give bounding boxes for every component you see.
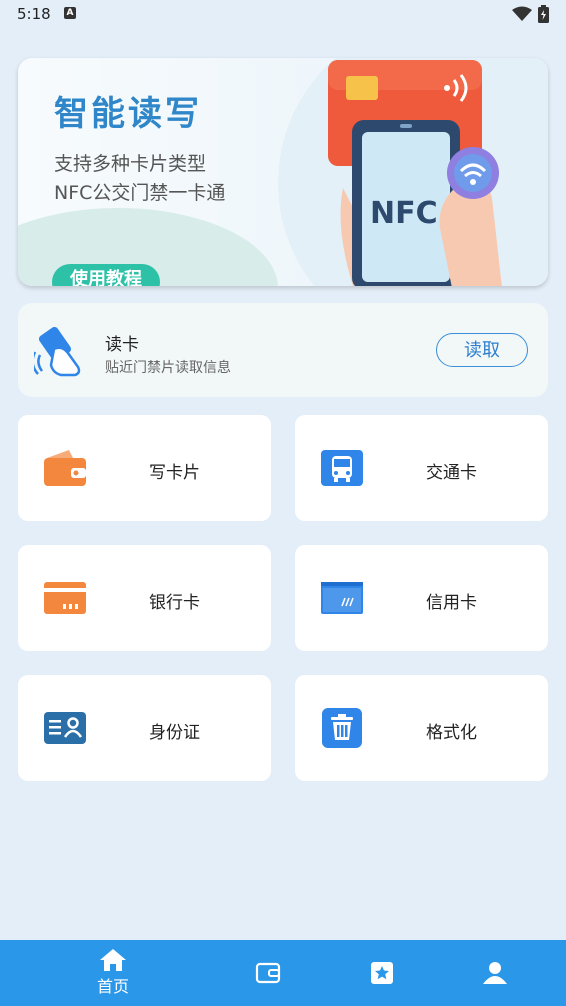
nav-profile[interactable] xyxy=(455,940,535,1006)
nav-home[interactable]: 首页 xyxy=(73,940,153,1006)
tutorial-button[interactable]: 使用教程 xyxy=(52,264,160,286)
bus-icon xyxy=(321,450,363,486)
nfc-read-icon xyxy=(34,326,81,377)
trash-icon xyxy=(322,708,362,748)
tile-label: 身份证 xyxy=(149,723,200,743)
tile-label: 信用卡 xyxy=(426,593,477,613)
read-button[interactable]: 读取 xyxy=(436,333,528,367)
status-time: 5:18 xyxy=(17,5,51,23)
tile-credit-card[interactable]: 信用卡 xyxy=(295,545,548,651)
id-card-icon xyxy=(44,712,86,744)
tile-id-card[interactable]: 身份证 xyxy=(18,675,271,781)
tile-write-card[interactable]: 写卡片 xyxy=(18,415,271,521)
credit-card-icon xyxy=(321,582,363,614)
nfc-illustration: NFC xyxy=(328,60,502,286)
read-card-description: 贴近门禁片读取信息 xyxy=(105,360,231,376)
tile-format[interactable]: 格式化 xyxy=(295,675,548,781)
banner-subtitle: 支持多种卡片类型 xyxy=(54,153,207,175)
bank-card-icon xyxy=(44,582,86,614)
wifi-icon xyxy=(512,6,532,21)
tile-transit-card[interactable]: 交通卡 xyxy=(295,415,548,521)
tile-label: 银行卡 xyxy=(149,593,200,613)
tile-label: 格式化 xyxy=(426,723,477,743)
nav-wallet[interactable] xyxy=(228,940,308,1006)
tile-bank-card[interactable]: 银行卡 xyxy=(18,545,271,651)
battery-icon xyxy=(538,5,549,23)
banner-subtitle: NFC公交门禁一卡通 xyxy=(54,182,226,204)
status-bar: 5:18 A xyxy=(0,0,566,30)
notification-badge-icon: A xyxy=(64,7,76,19)
promo-banner[interactable]: 智能读写 支持多种卡片类型 NFC公交门禁一卡通 使用教程 NFC xyxy=(18,58,548,286)
tile-label: 写卡片 xyxy=(149,463,200,483)
star-icon xyxy=(371,962,393,984)
wallet-icon xyxy=(255,962,281,984)
nav-favorites[interactable] xyxy=(342,940,422,1006)
banner-title: 智能读写 xyxy=(54,94,202,134)
user-icon xyxy=(483,962,507,984)
nfc-label: NFC xyxy=(370,196,438,231)
wallet-icon xyxy=(44,450,86,486)
read-card-panel: 读卡 贴近门禁片读取信息 读取 xyxy=(18,303,548,397)
nav-home-label: 首页 xyxy=(96,977,129,996)
read-card-title: 读卡 xyxy=(105,335,139,355)
bottom-navigation: 首页 xyxy=(0,940,566,1006)
tile-label: 交通卡 xyxy=(426,463,477,483)
home-icon xyxy=(100,949,126,971)
